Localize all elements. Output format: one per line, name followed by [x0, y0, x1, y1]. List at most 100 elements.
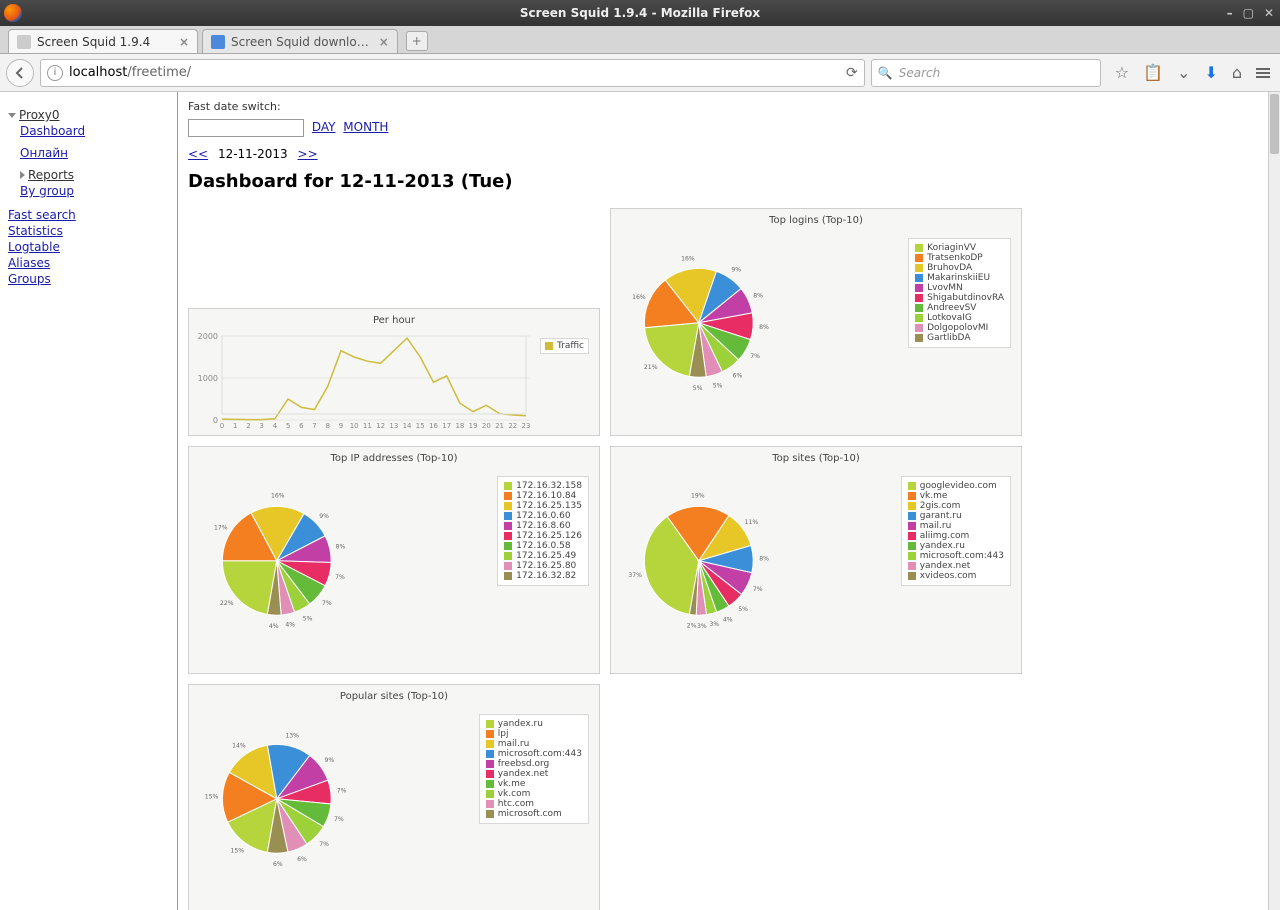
menu-icon[interactable] [1256, 68, 1270, 78]
pie-popular: 15%15%14%13%9%7%7%7%6%6% [219, 724, 389, 894]
clipboard-icon[interactable]: 📋 [1143, 63, 1163, 82]
next-date[interactable]: >> [298, 147, 318, 161]
sidebar-dashboard[interactable]: Dashboard [20, 124, 169, 138]
reports-group[interactable]: Reports [20, 168, 169, 182]
panel-popular-sites: Popular sites (Top-10) 15%15%14%13%9%7%7… [188, 684, 600, 910]
close-icon[interactable]: × [379, 35, 389, 49]
svg-text:17: 17 [442, 422, 451, 430]
svg-text:7%: 7% [334, 816, 344, 823]
chart-title: Popular sites (Top-10) [193, 691, 595, 702]
site-info-icon[interactable]: i [47, 65, 63, 81]
svg-text:0: 0 [213, 416, 218, 425]
svg-text:9%: 9% [319, 513, 329, 520]
legend-top-logins: KoriaginVVTratsenkoDPBruhovDAMakarinskii… [908, 238, 1011, 348]
month-link[interactable]: MONTH [343, 120, 388, 134]
svg-text:8%: 8% [759, 556, 769, 563]
svg-text:6%: 6% [733, 372, 743, 379]
sidebar-online[interactable]: Онлайн [20, 146, 169, 160]
bookmark-star-icon[interactable]: ☆ [1115, 63, 1129, 82]
current-date: 12-11-2013 [218, 147, 288, 161]
panel-top-sites: Top sites (Top-10) 37%19%11%8%7%5%4%3%3%… [610, 446, 1022, 674]
line-legend: Traffic [540, 338, 589, 354]
pie-top-logins: 21%16%16%9%8%8%7%6%5%5% [641, 248, 811, 418]
pie-top-ip: 22%17%16%9%8%7%7%5%4%4% [219, 486, 389, 656]
navbar: i localhost/freetime/ ⟳ 🔍 Search ☆ 📋 ⌄ ⬇… [0, 54, 1280, 92]
svg-text:7: 7 [312, 422, 316, 430]
date-nav: << 12-11-2013 >> [188, 147, 1270, 161]
svg-text:16%: 16% [271, 493, 285, 500]
day-link[interactable]: DAY [312, 120, 336, 134]
sidebar-fastsearch[interactable]: Fast search [8, 208, 169, 222]
svg-text:4%: 4% [285, 622, 295, 629]
close-window-button[interactable]: ✕ [1264, 6, 1274, 20]
svg-text:9%: 9% [731, 266, 741, 273]
svg-text:5%: 5% [693, 385, 703, 392]
svg-text:7%: 7% [337, 788, 347, 795]
scrollbar-thumb[interactable] [1270, 94, 1279, 154]
reload-button[interactable]: ⟳ [846, 65, 858, 81]
chart-title: Per hour [193, 315, 595, 326]
scrollbar[interactable] [1268, 92, 1280, 910]
new-tab-button[interactable]: + [406, 31, 428, 51]
favicon-icon [211, 35, 225, 49]
date-input[interactable] [188, 119, 304, 137]
svg-text:21: 21 [495, 422, 504, 430]
sidebar-bygroup[interactable]: By group [20, 184, 169, 198]
back-button[interactable] [6, 59, 34, 87]
svg-text:8%: 8% [759, 324, 769, 331]
svg-text:16%: 16% [632, 294, 646, 301]
chart-title: Top IP addresses (Top-10) [193, 453, 595, 464]
svg-text:11: 11 [363, 422, 372, 430]
svg-text:14: 14 [403, 422, 412, 430]
home-icon[interactable]: ⌂ [1232, 63, 1242, 82]
tab-active[interactable]: Screen Squid 1.9.4 × [8, 29, 198, 53]
svg-text:16%: 16% [681, 255, 695, 262]
prev-date[interactable]: << [188, 147, 208, 161]
svg-text:13: 13 [389, 422, 398, 430]
svg-text:37%: 37% [628, 572, 642, 579]
svg-text:20: 20 [482, 422, 491, 430]
svg-text:10: 10 [350, 422, 359, 430]
svg-text:19%: 19% [691, 493, 705, 500]
svg-text:9: 9 [339, 422, 343, 430]
svg-text:3: 3 [259, 422, 263, 430]
sidebar-logtable[interactable]: Logtable [8, 240, 169, 254]
svg-text:15%: 15% [205, 794, 219, 801]
sidebar-statistics[interactable]: Statistics [8, 224, 169, 238]
page-title: Dashboard for 12-11-2013 (Tue) [188, 171, 1270, 192]
svg-text:6: 6 [299, 422, 304, 430]
svg-text:6%: 6% [273, 861, 283, 868]
svg-text:5%: 5% [303, 615, 313, 622]
svg-text:3%: 3% [697, 623, 707, 630]
url-bar[interactable]: i localhost/freetime/ ⟳ [40, 59, 865, 87]
downloads-icon[interactable]: ⬇ [1204, 63, 1217, 82]
search-placeholder: Search [899, 66, 941, 80]
os-titlebar: Screen Squid 1.9.4 - Mozilla Firefox – ▢… [0, 0, 1280, 26]
sidebar-aliases[interactable]: Aliases [8, 256, 169, 270]
svg-text:7%: 7% [750, 353, 760, 360]
content: Fast date switch: DAY MONTH << 12-11-201… [178, 92, 1280, 910]
svg-text:2: 2 [246, 422, 250, 430]
pocket-icon[interactable]: ⌄ [1177, 63, 1190, 82]
close-icon[interactable]: × [179, 35, 189, 49]
search-bar[interactable]: 🔍 Search [871, 59, 1101, 87]
minimize-button[interactable]: – [1227, 6, 1233, 20]
panel-top-logins: Top logins (Top-10) 21%16%16%9%8%8%7%6%5… [610, 208, 1022, 436]
svg-text:14%: 14% [232, 743, 246, 750]
svg-text:22: 22 [508, 422, 517, 430]
legend-top-ip: 172.16.32.158172.16.10.84172.16.25.13517… [497, 476, 589, 586]
tab-strip: Screen Squid 1.9.4 × Screen Squid downlo… [0, 26, 1280, 54]
proxy-group[interactable]: Proxy0 [8, 108, 169, 122]
svg-text:3%: 3% [709, 621, 719, 628]
svg-text:19: 19 [469, 422, 478, 430]
sidebar-groups[interactable]: Groups [8, 272, 169, 286]
panel-top-ip: Top IP addresses (Top-10) 22%17%16%9%8%7… [188, 446, 600, 674]
svg-text:7%: 7% [335, 574, 345, 581]
window-title: Screen Squid 1.9.4 - Mozilla Firefox [520, 6, 760, 20]
firefox-icon [4, 4, 22, 22]
maximize-button[interactable]: ▢ [1243, 6, 1254, 20]
svg-text:16: 16 [429, 422, 438, 430]
svg-text:23: 23 [522, 422, 531, 430]
svg-text:1000: 1000 [198, 374, 218, 383]
tab-inactive[interactable]: Screen Squid downlo… × [202, 29, 398, 53]
